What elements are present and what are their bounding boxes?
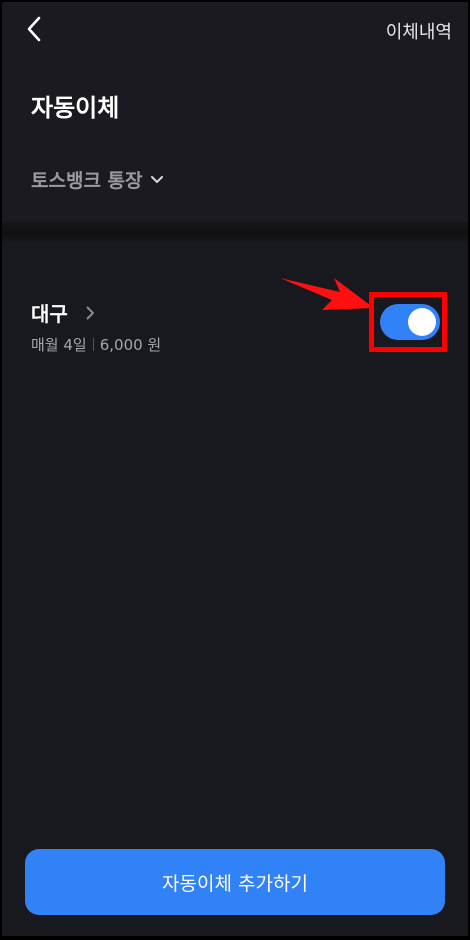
auto-transfer-toggle[interactable] [380, 304, 440, 340]
detail-separator [92, 338, 94, 351]
auto-transfer-detail: 매월 4일 6,000 원 [31, 334, 161, 355]
transfer-history-link[interactable]: 이체내역 [386, 18, 452, 44]
page-title: 자동이체 [31, 94, 120, 122]
add-auto-transfer-button[interactable]: 자동이체 추가하기 [25, 849, 445, 915]
auto-transfer-amount: 6,000 원 [99, 336, 162, 354]
chevron-left-icon [27, 16, 41, 42]
screen: 이체내역 자동이체 토스뱅크 통장 대구 매월 4일 6,000 원 자동이체 … [2, 2, 468, 936]
back-button[interactable] [20, 14, 48, 44]
toggle-knob [408, 308, 436, 336]
section-divider [2, 222, 468, 244]
auto-transfer-name: 대구 [31, 302, 68, 326]
auto-transfer-title-link[interactable]: 대구 [31, 298, 95, 327]
account-name: 토스뱅크 통장 [31, 170, 143, 192]
chevron-down-icon [150, 175, 163, 183]
auto-transfer-schedule: 매월 4일 [31, 336, 87, 354]
red-arrow-icon [280, 278, 374, 310]
chevron-right-icon [86, 306, 94, 319]
account-selector[interactable]: 토스뱅크 통장 [31, 166, 163, 193]
